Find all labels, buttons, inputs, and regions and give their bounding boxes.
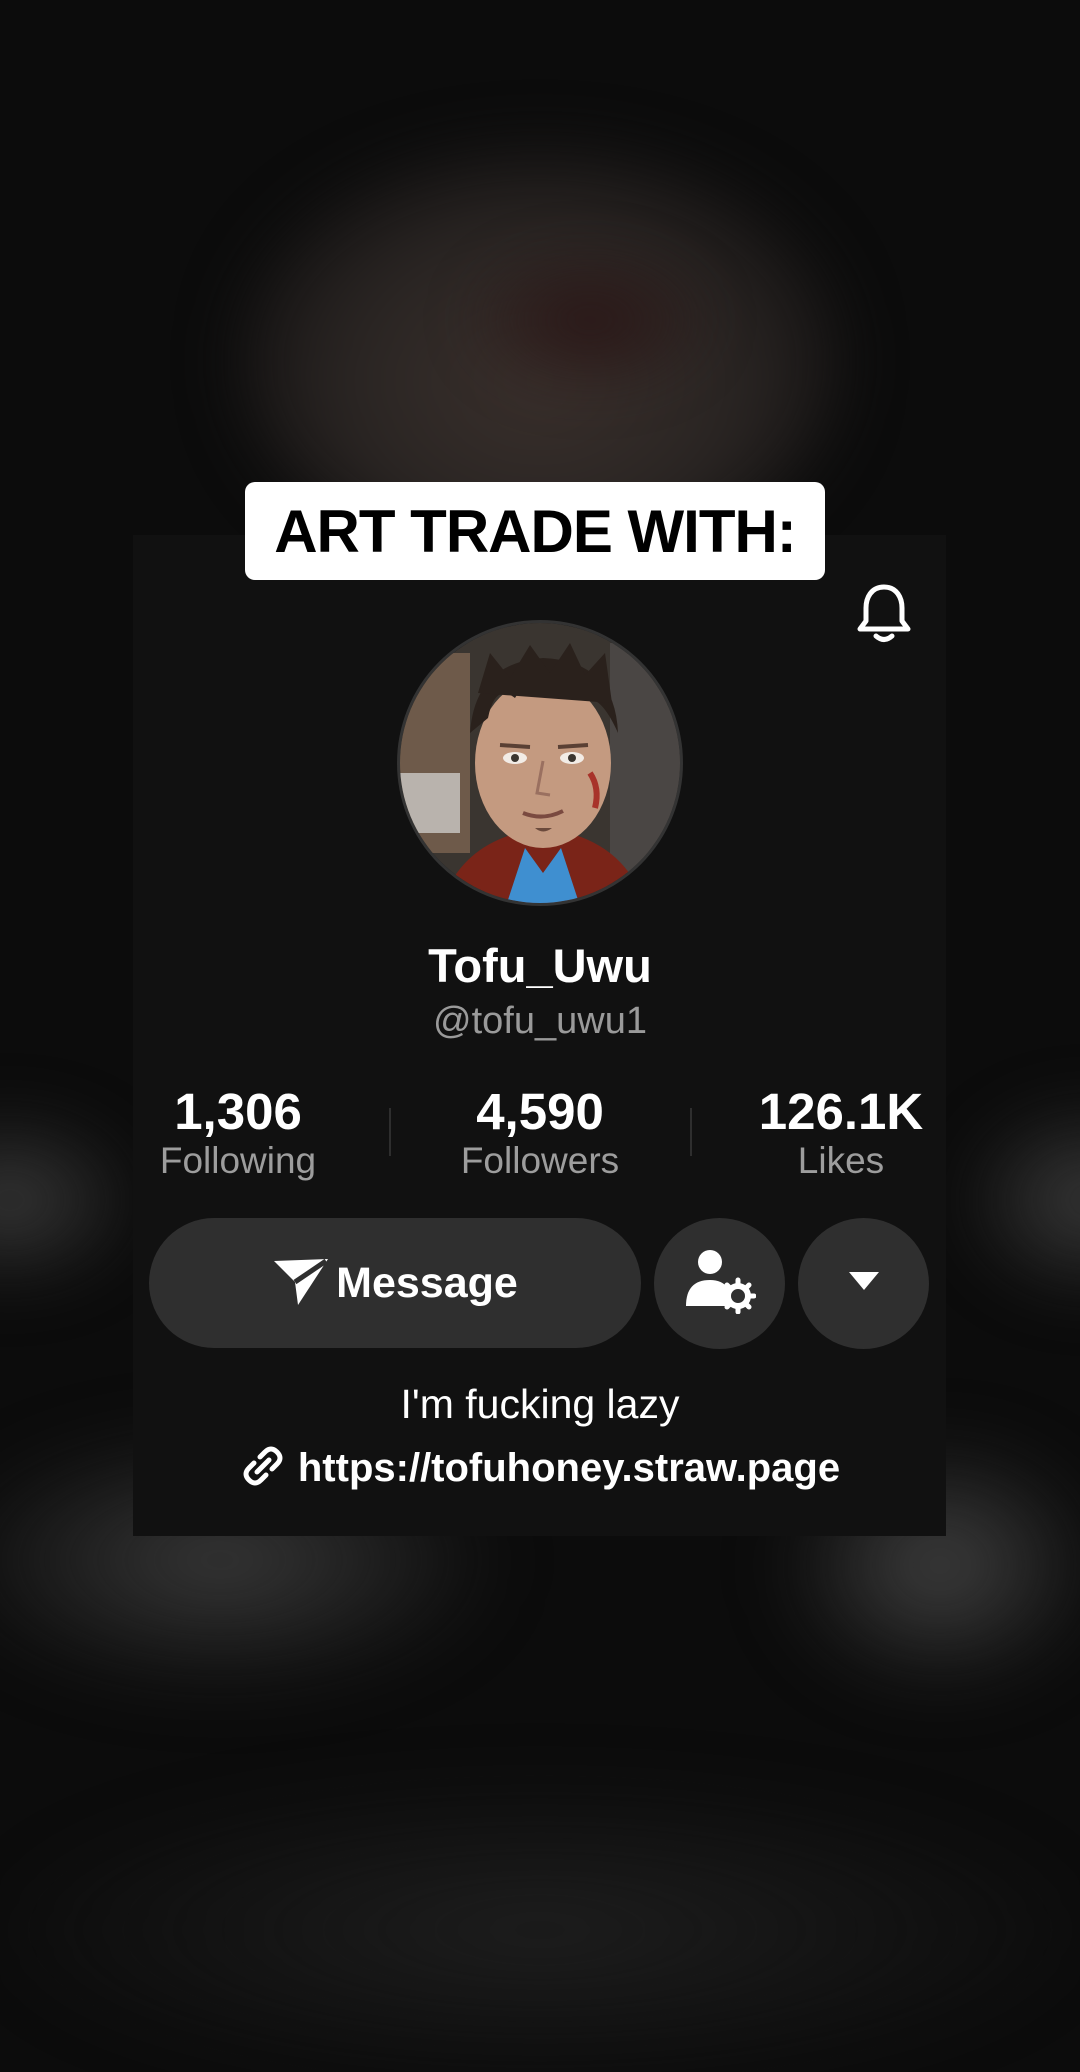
stat-divider [389,1108,391,1156]
username-handle: @tofu_uwu1 [433,1000,647,1042]
message-button-label: Message [336,1258,518,1307]
link-icon [240,1443,286,1494]
caret-down-icon [846,1269,882,1298]
stat-divider [690,1108,692,1156]
bio-link-url[interactable]: https://tofuhoney.straw.page [298,1446,840,1491]
likes-count: 126.1K [758,1083,924,1140]
following-count[interactable]: 1,306 [108,1082,368,1141]
following-label[interactable]: Following [108,1140,368,1182]
caption-text: ART TRADE WITH: [274,497,797,565]
friend-settings-button[interactable] [654,1218,785,1349]
avatar-portrait-image [400,623,680,903]
avatar[interactable] [397,620,683,906]
message-button[interactable]: Message [149,1218,641,1348]
bell-icon[interactable] [849,578,919,648]
more-options-button[interactable] [798,1218,929,1349]
bio-link[interactable]: https://tofuhoney.straw.page [0,1443,1080,1494]
bio-text: I'm fucking lazy [400,1381,680,1427]
followers-count[interactable]: 4,590 [410,1082,670,1141]
caption-overlay: ART TRADE WITH: [245,482,825,580]
blurred-shadow-shape [470,250,710,390]
followers-label[interactable]: Followers [410,1140,670,1182]
send-icon [272,1255,330,1312]
display-name: Tofu_Uwu [428,939,652,992]
user-settings-icon [684,1248,756,1319]
blurred-light-right [960,1100,1080,1300]
likes-label: Likes [797,1140,885,1181]
blurred-light-bottom [0,1780,1080,2072]
